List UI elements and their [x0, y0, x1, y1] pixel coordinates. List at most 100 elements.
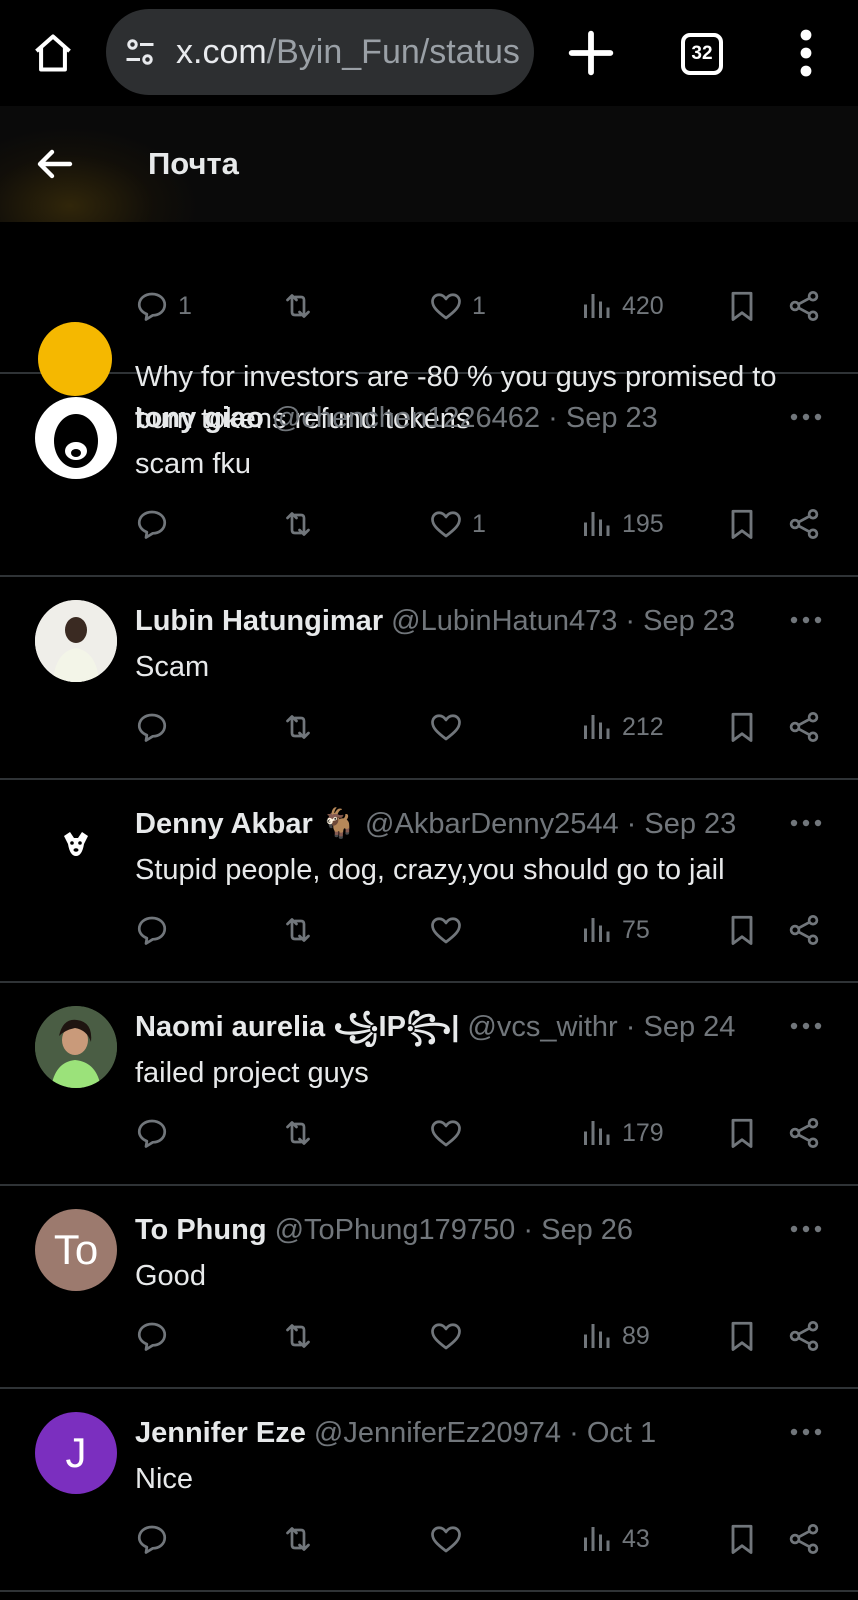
bookmark-button[interactable] — [724, 1517, 760, 1561]
bookmark-icon — [724, 506, 760, 542]
like-button[interactable] — [428, 1314, 464, 1358]
reply-icon — [134, 912, 170, 948]
like-button[interactable] — [428, 1111, 464, 1155]
reply-button[interactable] — [134, 1111, 170, 1155]
like-button[interactable] — [428, 705, 464, 749]
separator-dot: · — [626, 808, 637, 840]
repost-button[interactable] — [280, 908, 316, 952]
share-icon — [786, 288, 822, 324]
home-icon[interactable] — [24, 24, 82, 82]
post-header: To Phung @ToPhung179750 · Sep 26 — [135, 1210, 785, 1250]
avatar[interactable] — [35, 803, 117, 885]
avatar[interactable]: J — [35, 1412, 117, 1494]
more-icon[interactable] — [788, 605, 824, 635]
back-arrow-icon[interactable] — [30, 140, 78, 188]
views-button[interactable]: 195 — [578, 502, 664, 546]
share-button[interactable] — [786, 284, 822, 328]
reply-post[interactable]: J Jennifer Eze @JenniferEz20974 · Oct 1 … — [0, 1387, 858, 1592]
repost-button[interactable] — [280, 1517, 316, 1561]
reply-button[interactable] — [134, 908, 170, 952]
reply-button[interactable] — [134, 705, 170, 749]
post-date[interactable]: Sep 23 — [643, 605, 735, 637]
tab-switcher-button[interactable]: 32 — [674, 26, 726, 78]
views-button[interactable]: 75 — [578, 908, 650, 952]
more-icon[interactable] — [788, 1011, 824, 1041]
post-text: failed project guys — [135, 1057, 369, 1089]
post-header: tony giao @chenchen1226462 · Sep 23 — [135, 398, 785, 438]
site-settings-icon[interactable] — [122, 34, 158, 70]
bookmark-button[interactable] — [724, 284, 760, 328]
repost-button[interactable] — [280, 284, 316, 328]
reply-post[interactable]: Denny Akbar 🐐 @AkbarDenny2544 · Sep 23 S… — [0, 778, 858, 983]
avatar[interactable] — [35, 397, 117, 479]
new-tab-button[interactable] — [562, 24, 620, 82]
more-options-icon[interactable] — [788, 26, 824, 80]
address-bar[interactable]: x.com/Byin_Fun/status — [106, 9, 534, 95]
user-handle[interactable]: @AkbarDenny2544 — [365, 808, 619, 840]
views-button[interactable]: 212 — [578, 705, 664, 749]
views-button[interactable]: 420 — [578, 284, 664, 328]
display-name[interactable]: Jennifer Eze — [135, 1417, 306, 1449]
avatar[interactable] — [35, 1006, 117, 1088]
display-name[interactable]: tony giao — [135, 402, 264, 434]
bookmark-button[interactable] — [724, 908, 760, 952]
reply-button[interactable] — [134, 1517, 170, 1561]
post-date[interactable]: Sep 23 — [566, 402, 658, 434]
share-button[interactable] — [786, 1111, 822, 1155]
display-name[interactable]: To Phung — [135, 1214, 267, 1246]
user-handle[interactable]: @JenniferEz20974 — [314, 1417, 561, 1449]
reply-post[interactable]: Naomi aurelia ꧁IP꧂| @vcs_withr · Sep 24 … — [0, 981, 858, 1186]
repost-button[interactable] — [280, 1314, 316, 1358]
bookmark-icon — [724, 1521, 760, 1557]
share-button[interactable] — [786, 908, 822, 952]
share-button[interactable] — [786, 1314, 822, 1358]
more-icon[interactable] — [788, 402, 824, 432]
bookmark-button[interactable] — [724, 502, 760, 546]
bookmark-button[interactable] — [724, 1314, 760, 1358]
bookmark-button[interactable] — [724, 1111, 760, 1155]
reply-icon — [134, 288, 170, 324]
post-date[interactable]: Sep 26 — [541, 1214, 633, 1246]
user-handle[interactable]: @vcs_withr — [467, 1011, 617, 1043]
share-button[interactable] — [786, 1517, 822, 1561]
user-handle[interactable]: @LubinHatun473 — [391, 605, 617, 637]
post-text: Good — [135, 1260, 206, 1292]
bookmark-button[interactable] — [724, 705, 760, 749]
display-name[interactable]: Lubin Hatungimar — [135, 605, 383, 637]
reply-post[interactable]: Lubin Hatungimar @LubinHatun473 · Sep 23… — [0, 575, 858, 780]
like-count: 1 — [472, 291, 486, 320]
views-button[interactable]: 179 — [578, 1111, 664, 1155]
display-name[interactable]: Naomi aurelia ꧁IP꧂| — [135, 1011, 459, 1043]
reply-icon — [134, 1521, 170, 1557]
url-text[interactable]: x.com/Byin_Fun/status — [176, 31, 526, 73]
reply-post[interactable]: To To Phung @ToPhung179750 · Sep 26 Good… — [0, 1184, 858, 1389]
views-button[interactable]: 89 — [578, 1314, 650, 1358]
reply-button[interactable] — [134, 502, 170, 546]
post-date[interactable]: Sep 23 — [644, 808, 736, 840]
reply-button[interactable] — [134, 1314, 170, 1358]
more-icon[interactable] — [788, 1417, 824, 1447]
like-button[interactable]: 1 — [428, 502, 486, 546]
reply-button[interactable]: 1 — [134, 284, 192, 328]
views-count: 43 — [622, 1524, 650, 1553]
user-handle[interactable]: @ToPhung179750 — [275, 1214, 516, 1246]
avatar[interactable]: To — [35, 1209, 117, 1291]
avatar[interactable] — [35, 600, 117, 682]
repost-button[interactable] — [280, 705, 316, 749]
more-icon[interactable] — [788, 1214, 824, 1244]
user-handle[interactable]: @chenchen1226462 — [272, 402, 540, 434]
like-button[interactable]: 1 — [428, 284, 486, 328]
post-date[interactable]: Sep 24 — [644, 1011, 736, 1043]
views-button[interactable]: 43 — [578, 1517, 650, 1561]
repost-button[interactable] — [280, 1111, 316, 1155]
post-date[interactable]: Oct 1 — [587, 1417, 656, 1449]
reply-post[interactable]: tony giao @chenchen1226462 · Sep 23 scam… — [0, 372, 858, 577]
share-button[interactable] — [786, 502, 822, 546]
views-icon — [578, 1115, 614, 1151]
like-button[interactable] — [428, 1517, 464, 1561]
more-icon[interactable] — [788, 808, 824, 838]
share-button[interactable] — [786, 705, 822, 749]
like-button[interactable] — [428, 908, 464, 952]
repost-button[interactable] — [280, 502, 316, 546]
display-name[interactable]: Denny Akbar 🐐 — [135, 808, 357, 840]
